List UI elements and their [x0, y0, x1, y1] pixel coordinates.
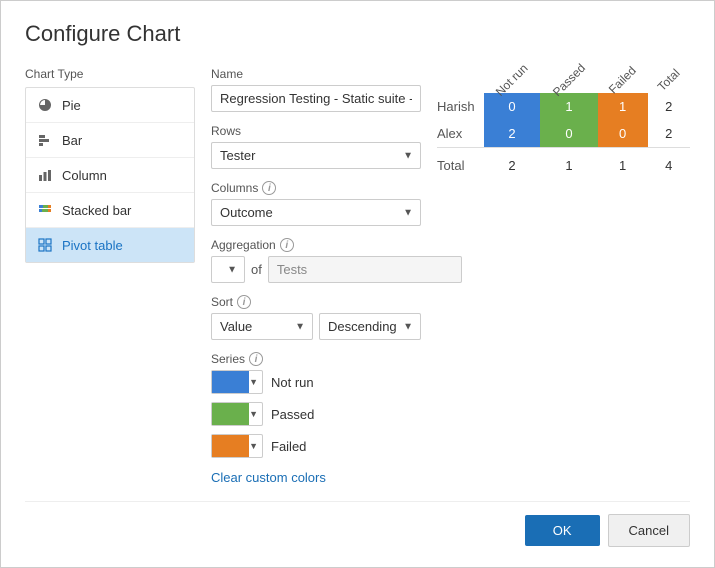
series-notrun-label: Not run — [271, 375, 314, 390]
name-input[interactable] — [211, 85, 421, 112]
pivot-total-total: 4 — [648, 148, 690, 180]
series-label: Series i — [211, 352, 421, 366]
dialog-footer: OK Cancel — [25, 501, 690, 547]
series-failed-label: Failed — [271, 439, 306, 454]
pivot-cell-harish-total: 2 — [648, 93, 690, 120]
cancel-button[interactable]: Cancel — [608, 514, 690, 547]
pivot-total-passed: 1 — [540, 148, 597, 180]
pie-label: Pie — [62, 98, 81, 113]
chart-type-bar[interactable]: Bar — [26, 123, 194, 158]
agg-select-wrapper: Count ▼ — [211, 256, 245, 283]
column-label: Column — [62, 168, 107, 183]
settings-panel: Name Rows Tester ▼ Columns i — [211, 67, 421, 485]
preview-panel: Not run Passed Failed Total — [437, 67, 690, 485]
sort-order-wrapper: Descending ▼ — [319, 313, 421, 340]
series-notrun-chevron-icon: ▼ — [249, 377, 258, 387]
configure-chart-dialog: Configure Chart Chart Type Pie — [0, 0, 715, 568]
aggregation-label: Aggregation i — [211, 238, 421, 252]
chart-type-list: Pie Bar — [25, 87, 195, 263]
columns-select-wrapper: Outcome ▼ — [211, 199, 421, 226]
aggregation-info-icon[interactable]: i — [280, 238, 294, 252]
pivot-corner-cell — [437, 67, 484, 93]
pivot-row-label-harish: Harish — [437, 93, 484, 120]
sort-value-wrapper: Value ▼ — [211, 313, 313, 340]
pivot-total-notrun: 2 — [484, 148, 541, 180]
aggregation-group: Aggregation i Count ▼ of — [211, 238, 421, 283]
series-passed-label: Passed — [271, 407, 314, 422]
sort-label: Sort i — [211, 295, 421, 309]
series-notrun-color-btn[interactable]: ▼ — [211, 370, 263, 394]
series-passed-chevron-icon: ▼ — [249, 409, 258, 419]
dialog-title: Configure Chart — [25, 21, 690, 47]
pivot-total-failed: 1 — [598, 148, 648, 180]
pivot-header-row: Not run Passed Failed Total — [437, 67, 690, 93]
stacked-bar-label: Stacked bar — [62, 203, 131, 218]
series-item-passed: ▼ Passed — [211, 402, 421, 426]
pivot-cell-alex-total: 2 — [648, 120, 690, 148]
aggregation-row: Count ▼ of — [211, 256, 421, 283]
pivot-cell-harish-passed: 1 — [540, 93, 597, 120]
chart-type-panel: Chart Type Pie — [25, 67, 195, 485]
sort-value-select[interactable]: Value — [211, 313, 313, 340]
series-passed-color-btn[interactable]: ▼ — [211, 402, 263, 426]
series-item-notrun: ▼ Not run — [211, 370, 421, 394]
pivot-table-wrapper: Not run Passed Failed Total — [437, 67, 690, 179]
pivot-total-label: Total — [437, 148, 484, 180]
pivot-table-label: Pivot table — [62, 238, 123, 253]
rows-select-wrapper: Tester ▼ — [211, 142, 421, 169]
stacked-bar-icon — [36, 201, 54, 219]
chart-type-pie[interactable]: Pie — [26, 88, 194, 123]
aggregation-measure-input — [268, 256, 462, 283]
series-info-icon[interactable]: i — [249, 352, 263, 366]
columns-group: Columns i Outcome ▼ — [211, 181, 421, 226]
pivot-header-notrun: Not run — [484, 67, 541, 93]
rows-label: Rows — [211, 124, 421, 138]
pivot-cell-alex-notrun: 2 — [484, 120, 541, 148]
pivot-row-alex: Alex 2 0 0 2 — [437, 120, 690, 148]
pivot-header-total: Total — [648, 67, 690, 93]
name-group: Name — [211, 67, 421, 112]
sort-order-select[interactable]: Descending — [319, 313, 421, 340]
sort-group: Sort i Value ▼ Descending ▼ — [211, 295, 421, 340]
pivot-cell-alex-passed: 0 — [540, 120, 597, 148]
rows-group: Rows Tester ▼ — [211, 124, 421, 169]
pivot-header-passed: Passed — [540, 67, 597, 93]
aggregation-select[interactable]: Count — [211, 256, 245, 283]
column-icon — [36, 166, 54, 184]
agg-of-text: of — [251, 262, 262, 277]
chart-type-pivot-table[interactable]: Pivot table — [26, 228, 194, 262]
series-failed-color-btn[interactable]: ▼ — [211, 434, 263, 458]
pie-icon — [36, 96, 54, 114]
pivot-cell-alex-failed: 0 — [598, 120, 648, 148]
pivot-row-label-alex: Alex — [437, 120, 484, 148]
sort-info-icon[interactable]: i — [237, 295, 251, 309]
series-failed-chevron-icon: ▼ — [249, 441, 258, 451]
chart-type-stacked-bar[interactable]: Stacked bar — [26, 193, 194, 228]
rows-select[interactable]: Tester — [211, 142, 421, 169]
clear-custom-colors-link[interactable]: Clear custom colors — [211, 470, 326, 485]
chart-type-column[interactable]: Column — [26, 158, 194, 193]
dialog-body: Chart Type Pie — [25, 67, 690, 485]
columns-select[interactable]: Outcome — [211, 199, 421, 226]
name-label: Name — [211, 67, 421, 81]
bar-icon — [36, 131, 54, 149]
pivot-cell-harish-notrun: 0 — [484, 93, 541, 120]
pivot-table-icon — [36, 236, 54, 254]
sort-row: Value ▼ Descending ▼ — [211, 313, 421, 340]
pivot-header-failed: Failed — [598, 67, 648, 93]
series-section: Series i ▼ Not run ▼ Passed — [211, 352, 421, 485]
pivot-total-row: Total 2 1 1 4 — [437, 148, 690, 180]
series-item-failed: ▼ Failed — [211, 434, 421, 458]
pivot-cell-harish-failed: 1 — [598, 93, 648, 120]
chart-type-label: Chart Type — [25, 67, 195, 81]
bar-label: Bar — [62, 133, 82, 148]
columns-label: Columns i — [211, 181, 421, 195]
pivot-row-harish: Harish 0 1 1 2 — [437, 93, 690, 120]
columns-info-icon[interactable]: i — [262, 181, 276, 195]
ok-button[interactable]: OK — [525, 515, 600, 546]
pivot-table: Not run Passed Failed Total — [437, 67, 690, 179]
